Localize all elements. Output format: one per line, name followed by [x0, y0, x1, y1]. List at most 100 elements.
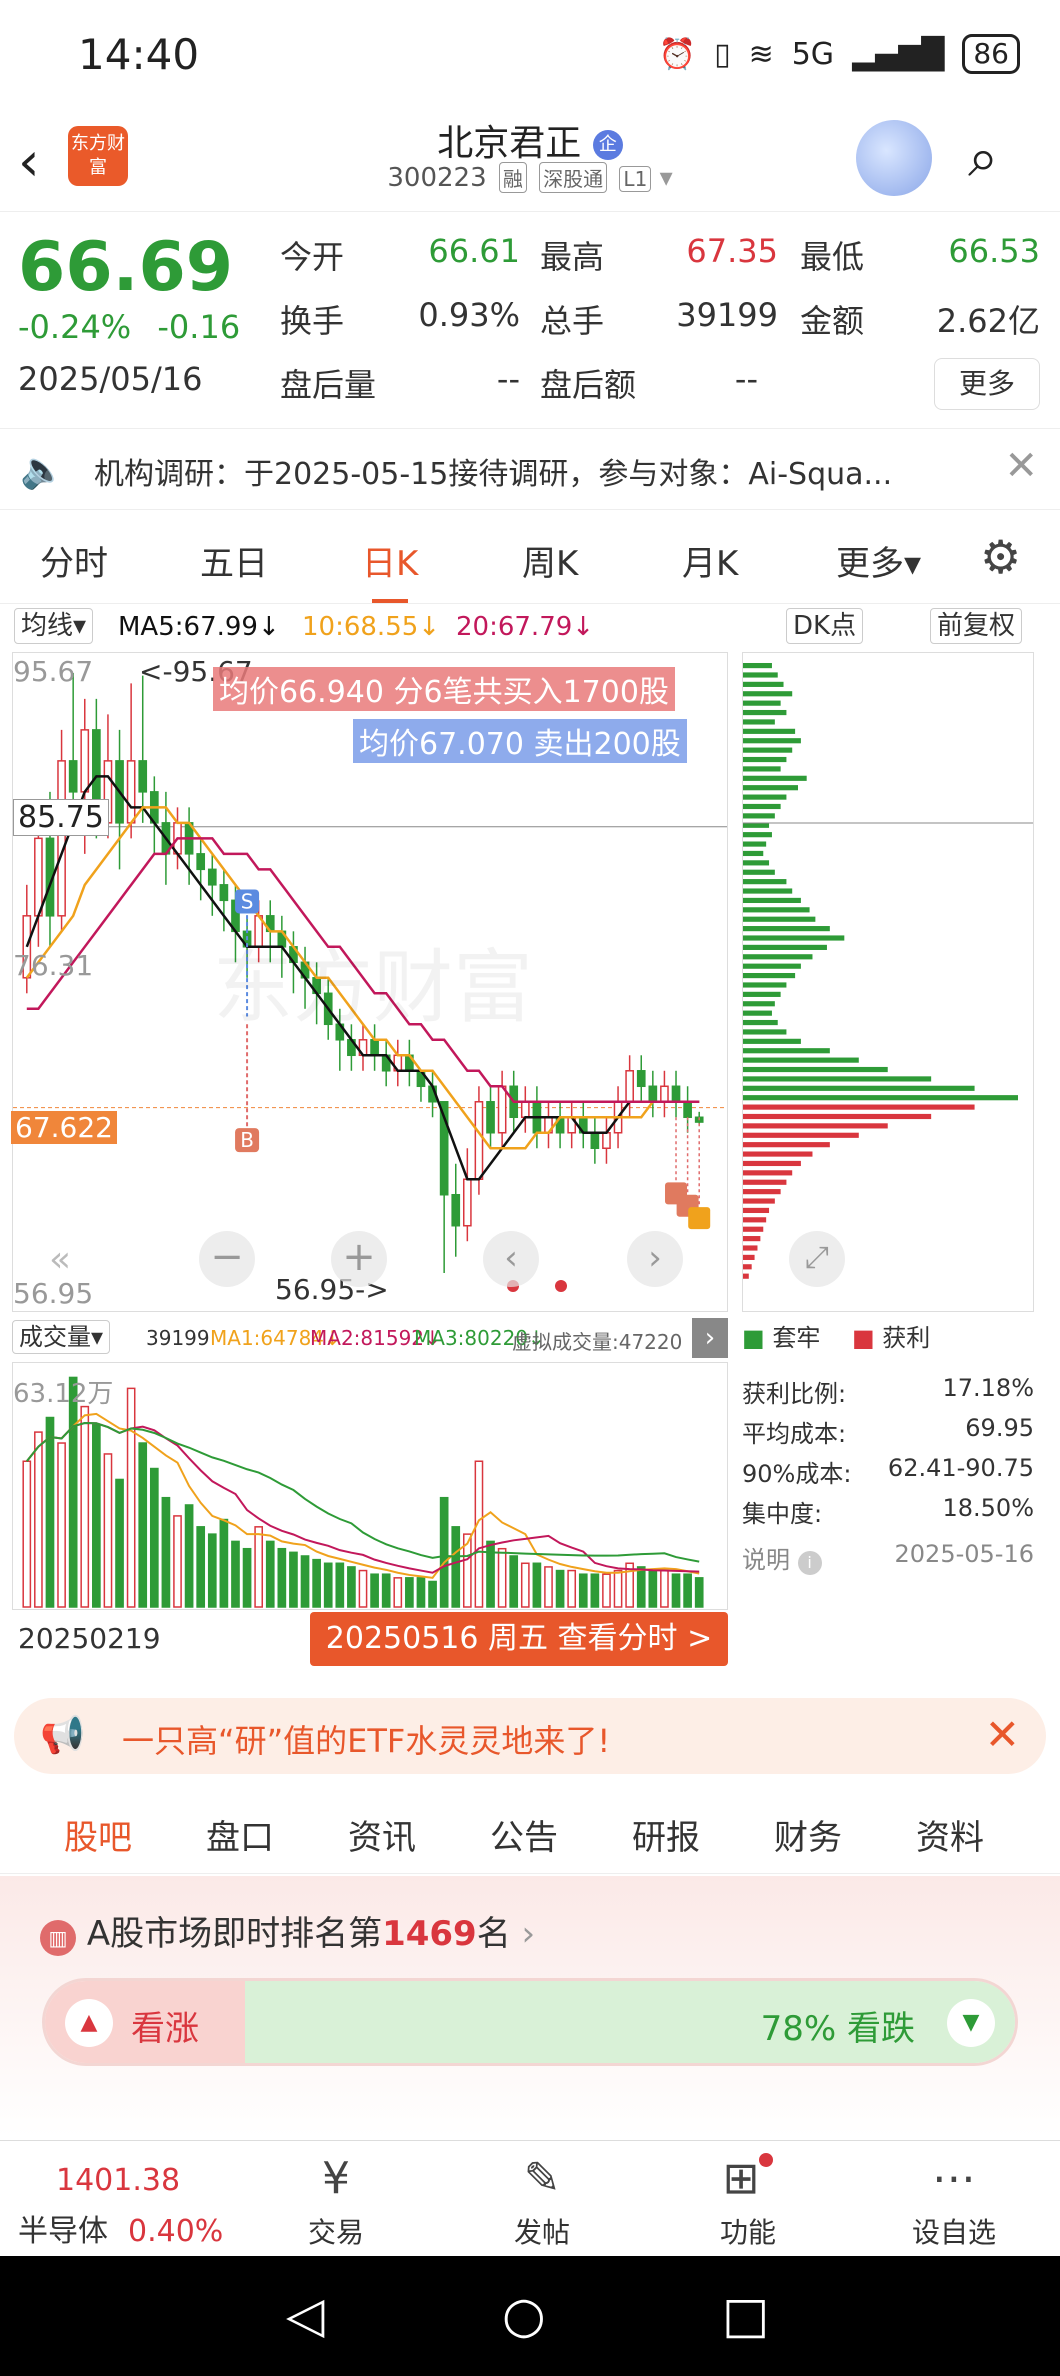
profile-bar [743, 728, 796, 734]
megaphone-icon: 📢 [40, 1715, 85, 1756]
expand-panel-icon[interactable]: › [692, 1318, 728, 1358]
volume-bar [242, 1547, 252, 1608]
profile-bar [743, 935, 845, 941]
ranking-title[interactable]: ▥ A股市场即时排名第1469名 › [40, 1906, 535, 1956]
tab-news[interactable]: 资讯 [348, 1810, 416, 1859]
expand-icon[interactable]: ⤢ [789, 1231, 845, 1287]
kline-chart[interactable]: SB 东方财富 95.67 <-95.67 均价66.940 分6笔共买入170… [11, 652, 728, 1312]
volume-field: 总手 39199 [540, 296, 778, 342]
tab-finance[interactable]: 财务 [774, 1810, 842, 1859]
bullish-section[interactable]: ▲ 看涨 [45, 1981, 245, 2063]
system-back-icon[interactable]: ◁ [286, 2286, 324, 2344]
tab-intraday[interactable]: 分时 [40, 536, 108, 585]
volume-bar [660, 1569, 669, 1608]
volume-bar [126, 1387, 136, 1608]
more-button[interactable]: 更多 [934, 358, 1040, 410]
banner-text[interactable]: 一只高“研”值的ETF水灵灵地来了! [122, 1716, 610, 1762]
tab-daily-k[interactable]: 日K [362, 536, 418, 603]
close-icon[interactable]: ✕ [985, 1710, 1020, 1759]
amount-field: 金额 2.62亿 [800, 296, 1040, 342]
etf-banner[interactable]: 📢 一只高“研”值的ETF水灵灵地来了! ✕ [14, 1698, 1046, 1774]
profile-bar [743, 1076, 932, 1082]
enterprise-badge: 企 [592, 130, 623, 160]
volume-bar [602, 1573, 611, 1608]
candle [196, 853, 206, 871]
zoom-in-icon[interactable]: + [331, 1231, 387, 1287]
volume-select[interactable]: 成交量▾ [12, 1320, 111, 1354]
prev-icon[interactable]: ‹ [483, 1231, 539, 1287]
bearish-label[interactable]: 78% 看跌 [761, 2001, 915, 2050]
tab-profile[interactable]: 资料 [916, 1810, 984, 1859]
profile-bar [743, 1057, 859, 1063]
bearish-section[interactable]: 78% 看跌 ▼ [245, 1981, 1015, 2063]
dk-points-button[interactable]: DK点 [786, 608, 864, 644]
profile-bar [743, 907, 810, 913]
zoom-out-icon[interactable]: − [199, 1231, 255, 1287]
profile-bar [743, 869, 775, 875]
note-row[interactable]: 说明 i 2025-05-16 [742, 1540, 1034, 1580]
alarm-icon: ⏰ [658, 36, 697, 72]
nav-trade[interactable]: ¥ 交易 [276, 2153, 396, 2251]
tab-announcements[interactable]: 公告 [490, 1810, 558, 1859]
volume-bar [92, 1424, 101, 1608]
volume-bar [636, 1566, 646, 1608]
volume-bar [138, 1442, 148, 1608]
row-value: 18.50% [942, 1494, 1034, 1522]
next-icon[interactable]: › [627, 1231, 683, 1287]
low-value: 66.53 [948, 232, 1040, 270]
research-notice[interactable]: 🔈 机构调研：于2025-05-15接待调研，参与对象：Ai-Squa... ✕ [0, 428, 1060, 510]
volume-value: 39199 [146, 1326, 210, 1350]
system-recents-icon[interactable]: □ [722, 2286, 769, 2344]
info-icon[interactable]: i [797, 1551, 822, 1575]
assistant-avatar[interactable] [856, 120, 932, 196]
nav-post[interactable]: ✎ 发帖 [482, 2153, 602, 2251]
buy-note: 均价66.940 分6笔共买入1700股 [213, 667, 675, 711]
tab-research[interactable]: 研报 [632, 1810, 700, 1859]
system-home-icon[interactable]: ○ [502, 2286, 546, 2344]
tab-order-book[interactable]: 盘口 [206, 1810, 274, 1859]
tab-five-day[interactable]: 五日 [200, 536, 268, 585]
profile-bar [743, 1001, 775, 1007]
adjust-button[interactable]: 前复权 [930, 608, 1023, 644]
note-date: 2025-05-16 [894, 1540, 1034, 1568]
tab-forum[interactable]: 股吧 [64, 1810, 132, 1881]
profile-bar [743, 973, 796, 979]
volume-bar [532, 1562, 542, 1608]
sentiment-bar: ▲ 看涨 78% 看跌 ▼ [42, 1978, 1018, 2066]
dropdown-icon[interactable]: ▾ [660, 163, 673, 193]
scroll-left-icon[interactable]: « [49, 1239, 71, 1280]
volume-bar [555, 1569, 565, 1608]
view-intraday-button[interactable]: 20250516 周五 查看分时 > [310, 1612, 728, 1666]
chip-distribution-chart[interactable]: ⤢ [742, 652, 1034, 1312]
grid-icon: ⊞ [688, 2153, 808, 2211]
profile-bar [743, 813, 775, 819]
index-name-row: 半导体 0.40% [18, 2206, 223, 2250]
tab-more[interactable]: 更多▾ [836, 536, 921, 585]
bullish-label[interactable]: 看涨 [131, 2001, 199, 2050]
sector-index[interactable]: 1401.38 半导体 0.40% [18, 2163, 223, 2250]
notice-text[interactable]: 机构调研：于2025-05-15接待调研，参与对象：Ai-Squa... [94, 449, 974, 493]
status-bar: 14:40 ⏰ ▯ ≋ 5G ▂▄▆█ 86 [0, 0, 1060, 112]
profile-bar [743, 1245, 758, 1251]
tab-monthly-k[interactable]: 月K [682, 536, 738, 585]
nav-functions[interactable]: ⊞ 功能 [688, 2153, 808, 2251]
profile-bar [743, 1123, 888, 1129]
profile-bar [743, 663, 772, 669]
nav-watchlist[interactable]: ⋯ 设自选 [894, 2153, 1014, 2251]
tab-weekly-k[interactable]: 周K [522, 536, 578, 585]
down-arrow-icon[interactable]: ▼ [947, 1999, 995, 2047]
volume-chart[interactable]: 63.12万 [12, 1362, 728, 1610]
open-label: 今开 [280, 238, 345, 276]
ranking-panel: ▥ A股市场即时排名第1469名 › ▲ 看涨 78% 看跌 ▼ [0, 1876, 1060, 2136]
search-icon[interactable]: ⌕ [968, 126, 998, 190]
bottom-nav: 1401.38 半导体 0.40% ¥ 交易 ✎ 发帖 ⊞ 功能 ⋯ 设自选 [0, 2140, 1060, 2256]
after-volume-label: 盘后量 [280, 366, 377, 404]
ma-select[interactable]: 均线▾ [14, 608, 94, 644]
profile-bar [743, 1010, 772, 1016]
up-arrow-icon[interactable]: ▲ [65, 1999, 113, 2047]
quote-date: 2025/05/16 [18, 360, 203, 398]
volume-bar [451, 1526, 461, 1608]
profile-bar [743, 916, 816, 922]
close-icon[interactable]: ✕ [1004, 443, 1038, 489]
gear-icon[interactable]: ⚙ [980, 530, 1021, 584]
